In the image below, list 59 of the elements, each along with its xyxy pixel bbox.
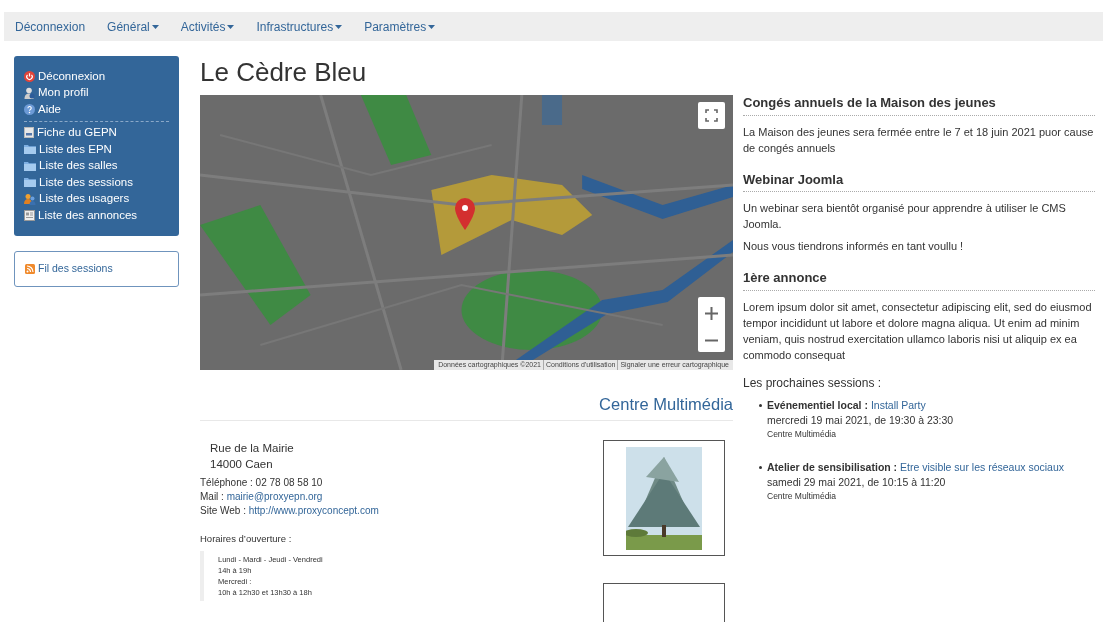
session-link[interactable]: Etre visible sur les réseaux sociaux	[900, 460, 1065, 473]
page-title: Le Cèdre Bleu	[200, 57, 368, 89]
bullet-icon	[759, 403, 762, 407]
venue-name: Centre Multimédia	[599, 395, 733, 413]
sidebar-link[interactable]: Liste des sessions	[24, 174, 169, 191]
bullet-icon	[759, 465, 762, 469]
sidebar-link[interactable]: Liste des annonces	[24, 207, 169, 224]
sidebar-link[interactable]: Mon profil	[24, 84, 169, 101]
fullscreen-button[interactable]	[698, 102, 725, 129]
sidebar-link[interactable]: Déconnexion	[24, 68, 169, 85]
session-category: Atelier de sensibilisation :	[767, 460, 898, 473]
contact-label: Mail :	[200, 490, 225, 504]
newspaper-icon	[24, 209, 35, 221]
announcement-text: Nous vous tiendrons informés en tant voullu !	[743, 239, 965, 254]
announcement-title: Webinar Joomla	[743, 169, 1095, 192]
zoom-in-icon[interactable]	[705, 306, 718, 320]
nav-link[interactable]: Général	[107, 17, 159, 36]
nav-link[interactable]: Déconnexion	[15, 17, 86, 36]
users-icon	[24, 192, 36, 205]
power-icon	[24, 70, 35, 82]
sessions-title: Les prochaines sessions :	[743, 374, 883, 392]
map-pin-icon	[455, 198, 475, 230]
announcement-title: Congés annuels de la Maison des jeunes	[743, 93, 1095, 116]
folder-icon	[24, 160, 36, 171]
session-date: mercredi 19 mai 2021, de 19:30 à 23:30	[767, 412, 954, 428]
session-date: samedi 29 mai 2021, de 10:15 à 11:20	[767, 474, 947, 490]
sidebar-link[interactable]: Liste des usagers	[24, 190, 169, 207]
contact-label: Téléphone :	[200, 476, 254, 490]
zoom-out-icon[interactable]	[705, 339, 718, 343]
help-icon	[24, 103, 35, 115]
sidebar-link[interactable]: Aide	[24, 101, 169, 118]
sidebar-link[interactable]: Liste des salles	[24, 157, 169, 174]
announcement-text: La Maison des jeunes sera fermée entre le 7 et 18 juin 2021 puor cause de congés annuels	[743, 124, 1095, 156]
nav-link[interactable]: Activités	[180, 17, 235, 36]
hours-title: Horaires d’ouverture :	[200, 532, 293, 546]
session-place: Centre Multimédia	[767, 489, 837, 502]
user-icon	[24, 86, 35, 99]
address-line: 14000 Caen	[210, 457, 274, 472]
feed-link[interactable]: Fil des sessions	[25, 260, 113, 277]
announcement-title: 1ère annonce	[743, 268, 1095, 291]
fullscreen-icon	[705, 109, 718, 122]
sidebar-link[interactable]: Fiche du GEPN	[24, 124, 169, 141]
sidebar-link[interactable]: Liste des EPN	[24, 141, 169, 158]
announcement-text: Lorem ipsum dolor sit amet, consectetur adipiscing elit, sed do eiusmod tempor incididunt ut labore et dolore magna aliqua. Ut enim ad minim veniam, quis nostrud exercitation ullamco laboris nisi ut aliquip ex ea commodo consequat	[743, 299, 1093, 363]
document-icon	[24, 127, 34, 139]
rss-icon	[25, 263, 35, 274]
contact-value: 02 78 08 58 10	[255, 476, 323, 490]
session-place: Centre Multimédia	[767, 427, 837, 440]
session-category: Evénementiel local :	[767, 398, 868, 411]
nav-link[interactable]: Paramètres	[364, 17, 436, 36]
folder-icon	[24, 177, 36, 188]
contact-label: Site Web :	[200, 504, 247, 518]
address-line: Rue de la Mairie	[210, 441, 295, 456]
contact-link[interactable]: http://www.proxyconcept.com	[248, 504, 379, 518]
contact-link[interactable]: mairie@proxyepn.org	[226, 490, 323, 504]
folder-icon	[24, 144, 36, 155]
announcement-text: Un webinar sera bientôt organisé pour apprendre à utiliser le CMS Joomla.	[743, 201, 1067, 232]
session-link[interactable]: Install Party	[870, 398, 926, 411]
nav-link[interactable]: Infrastructures	[256, 17, 343, 36]
